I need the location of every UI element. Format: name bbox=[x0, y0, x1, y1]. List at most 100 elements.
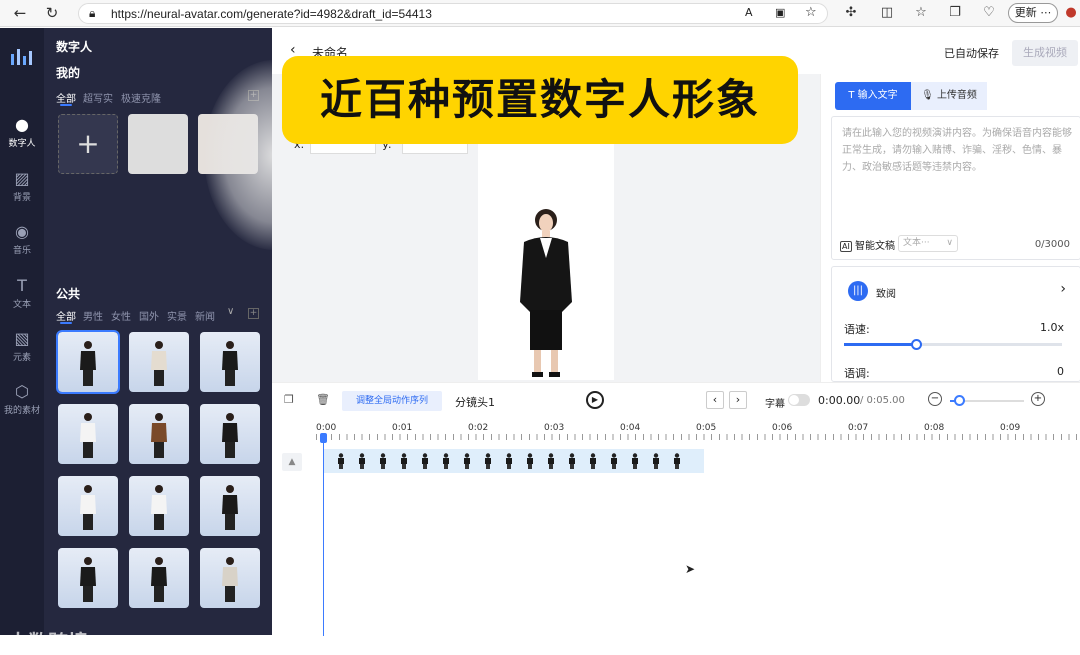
rail-item-text[interactable]: T 文本 bbox=[0, 271, 44, 315]
copy-icon[interactable]: ❐ bbox=[284, 393, 294, 406]
public-avatar-thumb[interactable] bbox=[58, 404, 118, 464]
clip-frame bbox=[546, 453, 556, 469]
public-tab-female[interactable]: 女性 bbox=[111, 308, 131, 323]
favorites-icon[interactable]: ☆ bbox=[912, 4, 930, 22]
update-button[interactable]: 更新 ⋯ bbox=[1008, 3, 1058, 23]
mine-tab-quick-clone[interactable]: 极速克隆 bbox=[121, 90, 161, 105]
ruler-tick-label: 0:00 bbox=[316, 423, 337, 433]
public-avatar-thumb[interactable] bbox=[200, 548, 260, 608]
person-icon: ● bbox=[15, 115, 29, 134]
preview-stage[interactable] bbox=[478, 136, 614, 380]
subtitle-toggle[interactable] bbox=[788, 394, 810, 406]
tab-input-text[interactable]: T 输入文字 bbox=[835, 82, 911, 110]
play-icon[interactable]: ▶ bbox=[586, 391, 604, 409]
public-avatar-thumb[interactable] bbox=[56, 330, 120, 394]
public-avatar-thumb[interactable] bbox=[200, 404, 260, 464]
extensions-icon[interactable]: ✣ bbox=[842, 4, 860, 22]
pitch-label: 语调: bbox=[844, 367, 870, 380]
left-rail: ● 数字人 ▨ 背景 ◉ 音乐 T 文本 ▧ 元素 ⬡ 我的素材 bbox=[0, 28, 44, 635]
zoom-in-icon[interactable]: + bbox=[1031, 392, 1045, 406]
shot-name[interactable]: 分镜头1 bbox=[455, 394, 495, 410]
voice-card: ||| 致阅 › 语速: 1.0x 语调: 0 bbox=[831, 266, 1080, 382]
voice-name[interactable]: 致阅 bbox=[876, 285, 896, 300]
app-install-icon[interactable]: ▣ bbox=[775, 6, 785, 19]
rail-item-my-assets[interactable]: ⬡ 我的素材 bbox=[0, 377, 44, 421]
current-time: 0:00.00 bbox=[818, 394, 861, 407]
rail-item-elements[interactable]: ▧ 元素 bbox=[0, 324, 44, 368]
zoom-slider-knob[interactable] bbox=[954, 395, 965, 406]
script-placeholder: 请在此输入您的视频演讲内容。为确保语音内容能够正常生成，请勿输入赌博、诈骗、淫秽… bbox=[842, 128, 1072, 173]
zoom-out-icon[interactable]: − bbox=[928, 392, 942, 406]
split-screen-icon[interactable]: ◫ bbox=[878, 4, 896, 22]
copilot-icon[interactable]: ● bbox=[1062, 4, 1080, 22]
rail-item-background[interactable]: ▨ 背景 bbox=[0, 164, 44, 208]
favorite-star-icon[interactable]: ☆ bbox=[805, 5, 817, 20]
add-folder-icon[interactable]: + bbox=[248, 308, 259, 319]
speed-slider[interactable] bbox=[844, 339, 1062, 350]
mine-tab-all[interactable]: 全部 bbox=[56, 90, 76, 105]
cube-icon: ⬡ bbox=[15, 382, 29, 401]
char-counter: 0/3000 bbox=[1034, 239, 1070, 250]
rail-item-avatar[interactable]: ● 数字人 bbox=[0, 110, 44, 154]
clip-frame bbox=[630, 453, 640, 469]
mine-tab-realistic[interactable]: 超写实 bbox=[83, 90, 113, 105]
my-avatar-thumb[interactable] bbox=[128, 114, 188, 174]
tab-upload-audio[interactable]: 🎙︎ 上传音频 bbox=[911, 82, 987, 110]
chevron-right-icon[interactable]: › bbox=[1060, 281, 1066, 297]
public-avatar-thumb[interactable] bbox=[129, 476, 189, 536]
avatar-figure[interactable] bbox=[506, 206, 586, 378]
ruler-tick-label: 0:02 bbox=[468, 423, 489, 433]
speed-label: 语速: bbox=[844, 323, 870, 336]
playhead[interactable] bbox=[323, 439, 324, 636]
public-avatar-thumb[interactable] bbox=[58, 476, 118, 536]
clip-frame bbox=[420, 453, 430, 469]
public-avatar-thumb[interactable] bbox=[200, 476, 260, 536]
time-ruler[interactable]: 0:00 0:01 0:02 0:03 0:04 0:05 0:06 0:07 0:08 0:09 bbox=[316, 417, 1080, 440]
zoom-slider[interactable] bbox=[950, 395, 1024, 406]
public-tab-real-scene[interactable]: 实景 bbox=[167, 308, 187, 323]
rail-item-music[interactable]: ◉ 音乐 bbox=[0, 217, 44, 261]
public-avatar-thumb[interactable] bbox=[129, 404, 189, 464]
browser-essentials-icon[interactable]: ♡ bbox=[980, 4, 998, 22]
speed-slider-knob[interactable] bbox=[910, 339, 922, 350]
collections-icon[interactable]: ❐ bbox=[946, 4, 964, 22]
text-t-icon: T bbox=[848, 90, 858, 101]
avatar-panel: 数字人 我的 全部 超写实 极速克隆 + + 公共 全部 男性 女性 国外 实景… bbox=[44, 28, 344, 635]
watermark: 大数跨境 bbox=[8, 630, 88, 654]
ai-script-button[interactable]: AI 智能文稿 bbox=[840, 237, 895, 252]
public-avatar-thumb[interactable] bbox=[58, 548, 118, 608]
public-tab-overseas[interactable]: 国外 bbox=[139, 308, 159, 323]
public-avatar-thumb[interactable] bbox=[200, 332, 260, 392]
public-tab-all[interactable]: 全部 bbox=[56, 308, 76, 323]
clip-frame bbox=[357, 453, 367, 469]
read-aloud-icon[interactable]: A bbox=[745, 6, 753, 19]
generate-video-button[interactable]: 生成视频 bbox=[1012, 40, 1078, 66]
clip-frame bbox=[462, 453, 472, 469]
public-tab-male[interactable]: 男性 bbox=[83, 308, 103, 323]
address-bar[interactable]: 🔒︎ https://neural-avatar.com/generate?id… bbox=[78, 3, 828, 24]
public-tab-news[interactable]: 新闻 bbox=[195, 308, 215, 323]
add-avatar-button[interactable]: + bbox=[58, 114, 118, 174]
voice-wave-icon: ||| bbox=[848, 281, 868, 301]
ruler-tick-label: 0:07 bbox=[848, 423, 869, 433]
clip-frame bbox=[399, 453, 409, 469]
adjust-global-motion-button[interactable]: 调整全局动作序列 bbox=[342, 391, 442, 411]
public-heading: 公共 bbox=[56, 287, 81, 301]
clip-frame bbox=[651, 453, 661, 469]
public-avatar-thumb[interactable] bbox=[129, 548, 189, 608]
next-chevron-icon[interactable]: › bbox=[729, 391, 747, 409]
clip-frame bbox=[672, 453, 682, 469]
ai-text-select[interactable]: 文本··· ∨ bbox=[898, 235, 958, 252]
disc-icon: ◉ bbox=[15, 222, 29, 241]
ruler-tick-label: 0:05 bbox=[696, 423, 717, 433]
prev-chevron-icon[interactable]: ‹ bbox=[706, 391, 724, 409]
chevron-down-icon: ∨ bbox=[946, 238, 953, 248]
avatar-clip[interactable] bbox=[324, 449, 704, 473]
public-avatar-thumb[interactable] bbox=[129, 332, 189, 392]
speed-slider-fill bbox=[844, 343, 916, 346]
chevron-down-icon[interactable]: ∨ bbox=[227, 306, 234, 317]
reload-icon[interactable]: ↻ bbox=[42, 3, 62, 23]
script-textarea[interactable]: 请在此输入您的视频演讲内容。为确保语音内容能够正常生成，请勿输入赌博、诈骗、淫秽… bbox=[831, 116, 1080, 260]
trash-icon[interactable]: 🗑︎ bbox=[316, 393, 330, 406]
back-arrow-icon[interactable]: ← bbox=[10, 3, 30, 23]
